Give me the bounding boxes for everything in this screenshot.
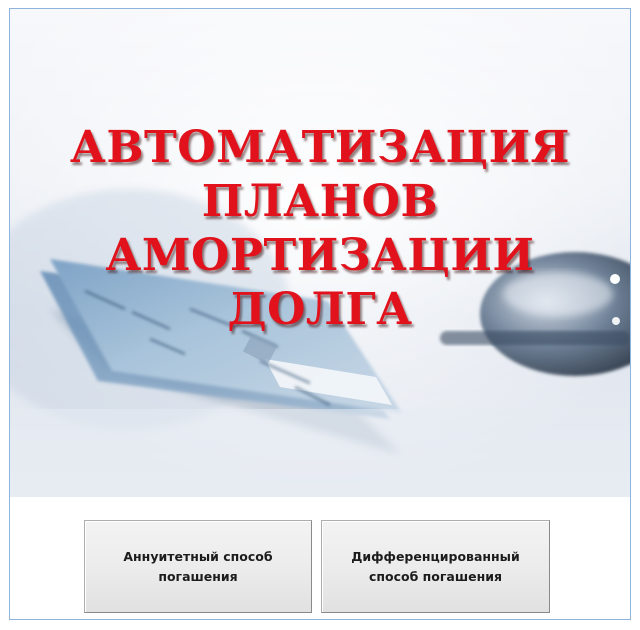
title-line: ПЛАНОВ xyxy=(201,176,439,227)
main-window: АВТОМАТИЗАЦИЯ ПЛАНОВ АМОРТИЗАЦИИ ДОЛГА А… xyxy=(9,8,631,620)
title-line: ДОЛГА xyxy=(227,284,413,335)
banner-image: АВТОМАТИЗАЦИЯ ПЛАНОВ АМОРТИЗАЦИИ ДОЛГА xyxy=(10,9,630,497)
differentiated-repayment-button[interactable]: Дифференцированный способ погашения xyxy=(321,520,550,613)
annuity-repayment-button[interactable]: Аннуитетный способ погашения xyxy=(84,520,312,613)
annuity-repayment-label: Аннуитетный способ погашения xyxy=(123,548,273,584)
action-buttons: Аннуитетный способ погашения Дифференцир… xyxy=(10,497,630,619)
banner-title: АВТОМАТИЗАЦИЯ ПЛАНОВ АМОРТИЗАЦИИ ДОЛГА xyxy=(10,121,630,337)
differentiated-repayment-label: Дифференцированный способ погашения xyxy=(351,548,520,584)
title-line: АВТОМАТИЗАЦИЯ xyxy=(70,122,570,173)
title-line: АМОРТИЗАЦИИ xyxy=(105,230,535,281)
